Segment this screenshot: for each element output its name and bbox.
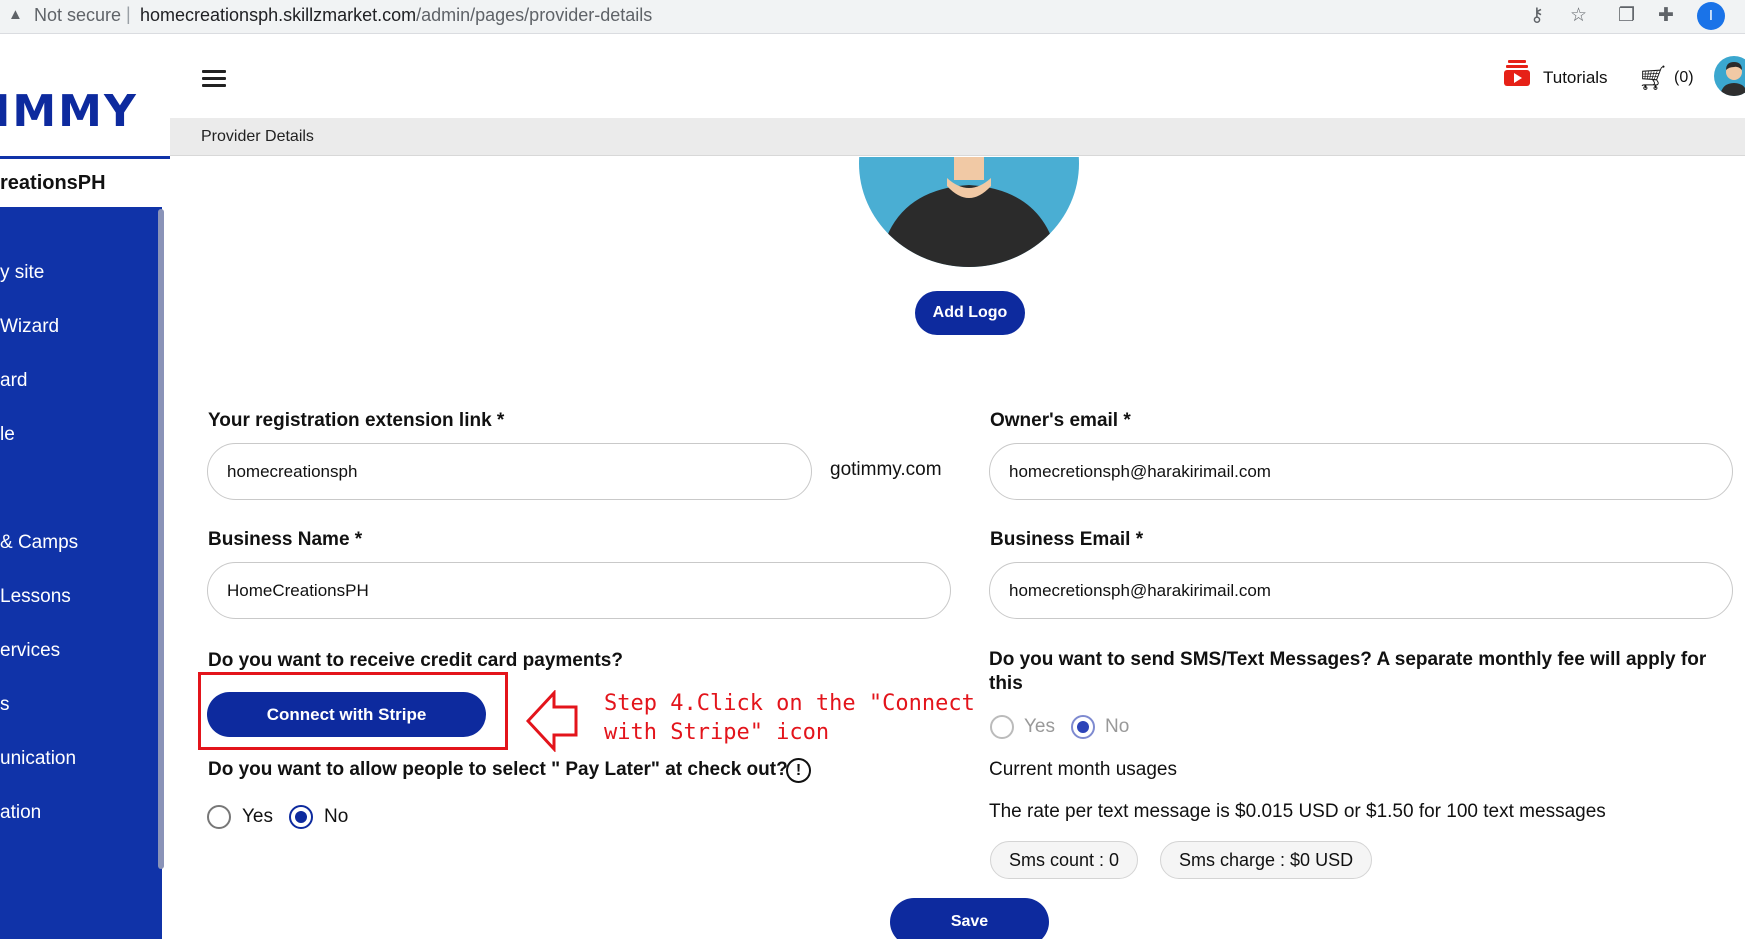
cart-count[interactable]: (0) (1674, 69, 1694, 87)
site-name: reationsPH (0, 172, 106, 194)
save-button[interactable]: Save (890, 898, 1049, 939)
pay-later-no-label[interactable]: No (324, 806, 348, 828)
credit-card-question: Do you want to receive credit card payme… (208, 650, 623, 671)
url-field[interactable]: homecreationsph.skillzmarket.com/admin/p… (140, 5, 652, 26)
sms-count-badge: Sms count : 0 (990, 841, 1139, 879)
url-separator: | (126, 4, 131, 24)
top-header: Tutorials 🛒︎ (0) (170, 34, 1745, 118)
sidebar-item-services[interactable]: ervices (0, 640, 60, 662)
sms-no-radio[interactable] (1071, 715, 1095, 739)
business-name-input[interactable]: HomeCreationsPH (207, 562, 951, 619)
sidebar-item-dashboard[interactable]: ard (0, 370, 27, 392)
owner-email-label: Owner's email * (990, 410, 1131, 431)
warning-icon: ▲ (8, 6, 23, 23)
sidebar-item-configuration[interactable]: ation (0, 802, 41, 824)
extensions-icon[interactable]: ✚ (1658, 4, 1674, 27)
sms-no-label[interactable]: No (1105, 716, 1129, 738)
pay-later-no-radio[interactable] (289, 805, 313, 829)
current-usage-label: Current month usages (989, 759, 1177, 780)
pay-later-yes-radio[interactable] (207, 805, 231, 829)
business-email-label: Business Email * (990, 529, 1144, 550)
url-host: homecreationsph.skillzmarket.com (140, 5, 417, 25)
owner-email-input[interactable]: homecretionsph@harakirimail.com (989, 443, 1733, 500)
star-icon[interactable]: ☆ (1570, 4, 1587, 27)
logo-divider (0, 156, 170, 159)
key-icon[interactable]: ⚷ (1530, 4, 1544, 27)
tutorials-link[interactable]: Tutorials (1543, 68, 1608, 88)
sms-rate-text: The rate per text message is $0.015 USD … (989, 801, 1606, 822)
info-icon[interactable]: ! (786, 758, 811, 783)
domain-suffix: gotimmy.com (830, 459, 942, 480)
sidebar-item-products[interactable]: s (0, 694, 10, 716)
sidebar-item-my-site[interactable]: y site (0, 262, 44, 284)
cart-icon[interactable]: 🛒︎ (1638, 64, 1668, 93)
sidebar-scrollbar-thumb[interactable] (158, 209, 164, 869)
breadcrumb: Provider Details (170, 118, 1745, 156)
pay-later-yes-label[interactable]: Yes (242, 806, 273, 828)
sms-charge-badge: Sms charge : $0 USD (1160, 841, 1373, 879)
registration-link-input[interactable]: homecreationsph (207, 443, 812, 500)
menu-icon[interactable] (202, 70, 226, 88)
registration-link-label: Your registration extension link * (208, 410, 505, 431)
annotation-line-1: Step 4.Click on the "Connect (604, 691, 975, 716)
annotation-line-2: with Stripe" icon (604, 720, 830, 745)
youtube-icon[interactable] (1504, 60, 1530, 86)
sidebar-nav: y site Wizard ard le & Camps Lessons erv… (0, 207, 170, 939)
copy-icon[interactable]: ❐ (1618, 4, 1635, 27)
user-avatar-icon (1720, 62, 1745, 96)
sms-yes-label[interactable]: Yes (1024, 716, 1055, 738)
profile-avatar[interactable]: I (1697, 2, 1725, 30)
brand-logo[interactable]: IMMY (0, 86, 138, 137)
sms-yes-radio[interactable] (990, 715, 1014, 739)
page-title: Provider Details (201, 128, 314, 145)
business-email-input[interactable]: homecretionsph@harakirimail.com (989, 562, 1733, 619)
pay-later-question: Do you want to allow people to select " … (208, 759, 788, 780)
sidebar-item-schedule[interactable]: le (0, 424, 15, 446)
annotation-text: Step 4.Click on the "Connect with Stripe… (604, 689, 975, 747)
sidebar-item-camps[interactable]: & Camps (0, 532, 78, 554)
sidebar-item-wizard[interactable]: Wizard (0, 316, 59, 338)
annotation-arrow-icon (526, 690, 578, 752)
business-name-label: Business Name * (208, 529, 363, 550)
browser-address-bar: ▲ Not secure | homecreationsph.skillzmar… (0, 0, 1745, 34)
security-label: Not secure (34, 5, 122, 25)
user-avatar[interactable] (1714, 56, 1745, 96)
sidebar-item-communication[interactable]: unication (0, 748, 76, 770)
sidebar-item-lessons[interactable]: Lessons (0, 586, 71, 608)
sidebar: IMMY reationsPH y site Wizard ard le & C… (0, 34, 170, 939)
url-path: /admin/pages/provider-details (416, 5, 653, 25)
sms-question: Do you want to send SMS/Text Messages? A… (989, 649, 1707, 694)
annotation-highlight-box (198, 672, 508, 750)
add-logo-button[interactable]: Add Logo (915, 291, 1025, 335)
